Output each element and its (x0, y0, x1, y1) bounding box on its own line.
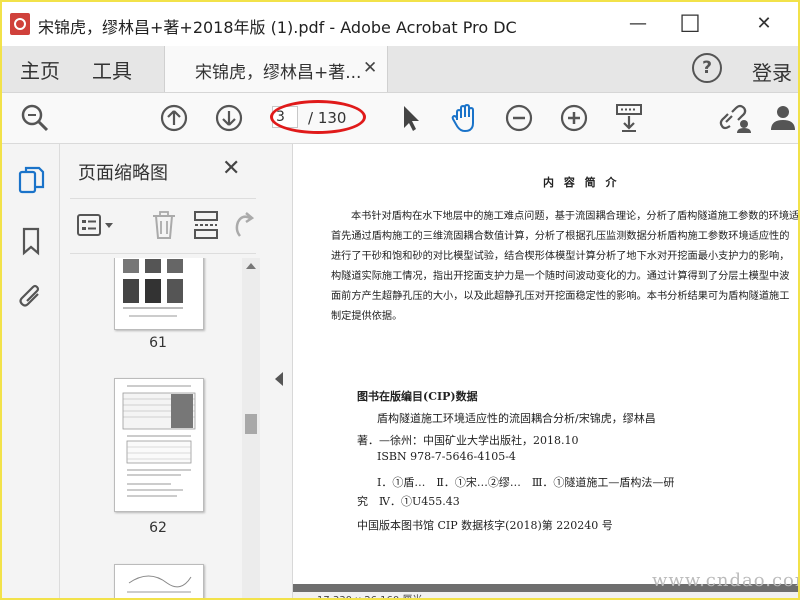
document-tab-label: 宋锦虎，缪林昌+著... (195, 63, 362, 83)
site-watermark: www.cndao.com (652, 570, 800, 591)
tab-document[interactable]: 宋锦虎，缪林昌+著... ✕ (164, 46, 388, 92)
window-title: 宋锦虎，缪林昌+著+2018年版 (1).pdf - Adobe Acrobat… (38, 18, 517, 37)
document-view[interactable]: 内 容 简 介 本书针对盾构在水下地层中的施工难点问题，基于流固耦合理论，分析了… (293, 144, 798, 598)
cip-title: 图书在版编目(CIP)数据 (357, 390, 478, 403)
thumbnail-image (123, 259, 183, 317)
add-user-icon[interactable] (768, 102, 798, 134)
close-tab-icon[interactable]: ✕ (363, 58, 377, 78)
scroll-mode-icon[interactable] (612, 102, 646, 134)
page-thumbnails-panel: 页面缩略图 ✕ 61 62 (60, 144, 269, 598)
minimize-button[interactable]: — (618, 10, 658, 38)
abstract-line: 面前方产生超静孔压的大小，以及此超静孔压对开挖面稳定性的影响。本书分析结果可为盾… (331, 291, 790, 302)
panel-title: 页面缩略图 (78, 163, 168, 184)
page-thumbnail-61[interactable] (114, 258, 204, 330)
thumbnail-image (122, 385, 196, 497)
cip-line: ISBN 978-7-5646-4105-4 (377, 450, 516, 463)
scrollbar-thumb[interactable] (245, 414, 257, 434)
app-window: 宋锦虎，缪林昌+著+2018年版 (1).pdf - Adobe Acrobat… (0, 0, 800, 600)
next-page-icon[interactable] (212, 102, 246, 134)
cip-line: 著．—徐州：中国矿业大学出版社，2018.10 (357, 434, 579, 447)
attachments-icon[interactable] (17, 282, 45, 312)
collapse-arrow-icon[interactable] (275, 372, 283, 386)
bookmarks-icon[interactable] (17, 226, 45, 256)
thumbnail-image (127, 575, 192, 593)
thumbnail-page-number: 62 (149, 520, 167, 536)
abstract-line: 构隧道实际施工情况，指出开挖面支护力是一个随时间波动变化的力。通过计算得到了分层… (331, 271, 790, 282)
rotate-page-icon[interactable] (230, 210, 256, 240)
options-menu-icon[interactable] (76, 213, 122, 239)
main-toolbar: / 130 (2, 93, 798, 144)
page-dimensions: 17.330 x 26.160 厘米 (317, 592, 422, 598)
status-bar: 17.330 x 26.160 厘米 (293, 592, 798, 598)
zoom-out-icon[interactable] (502, 102, 536, 134)
previous-page-icon[interactable] (157, 102, 191, 134)
thumbnail-page-number: 61 (149, 335, 167, 351)
cip-line: Ⅰ．①盾… Ⅱ．①宋…②缪… Ⅲ．①隧道施工—盾构法—研 (377, 476, 675, 489)
left-navigation-rail (2, 144, 60, 598)
abstract-line: 制定提供依据。 (331, 311, 403, 322)
insert-page-icon[interactable] (192, 210, 220, 240)
cip-line: 中国版本图书馆 CIP 数据核字(2018)第 220240 号 (357, 519, 613, 532)
thumbnail-scrollbar[interactable] (242, 258, 260, 598)
zoom-search-icon[interactable] (18, 102, 52, 134)
scroll-up-icon[interactable] (245, 262, 257, 270)
pdf-page: 内 容 简 介 本书针对盾构在水下地层中的施工难点问题，基于流固耦合理论，分析了… (293, 144, 798, 584)
close-window-button[interactable]: ✕ (744, 10, 784, 38)
close-panel-icon[interactable]: ✕ (222, 156, 240, 181)
cip-line: 盾构隧道施工环境适应性的流固耦合分析/宋锦虎，缪林昌 (377, 412, 656, 425)
abstract-line: 首先通过盾构施工的三维流固耦合数值计算，分析了根据孔压监测数据分析盾构施工参数环… (331, 231, 790, 242)
tab-bar: 主页 工具 宋锦虎，缪林昌+著... ✕ ? 登录 (2, 46, 798, 93)
login-button[interactable]: 登录 (752, 57, 792, 86)
share-link-icon[interactable] (718, 102, 752, 134)
page-thumbnails-icon[interactable] (17, 166, 45, 196)
panel-collapse-handle[interactable] (268, 144, 293, 598)
cip-line: 究 Ⅳ．①U455.43 (357, 495, 460, 508)
abstract-line: 进行了干砂和饱和砂的对比模型试验，结合楔形体模型计算分析了地下水对开挖面最小支护… (331, 251, 790, 262)
help-icon[interactable]: ? (692, 53, 722, 83)
page-thumbnail-63[interactable] (114, 564, 204, 598)
title-bar: 宋锦虎，缪林昌+著+2018年版 (1).pdf - Adobe Acrobat… (2, 2, 798, 46)
tab-tools[interactable]: 工具 (92, 55, 132, 84)
abstract-line: 本书针对盾构在水下地层中的施工难点问题，基于流固耦合理论，分析了盾构隧道施工参数… (351, 211, 798, 222)
highlight-annotation (270, 100, 366, 134)
maximize-button[interactable]: ☐ (670, 2, 710, 38)
hand-tool-icon[interactable] (448, 102, 482, 134)
select-arrow-icon[interactable] (394, 102, 428, 134)
thumbnail-toolbar (70, 198, 256, 254)
zoom-in-icon[interactable] (557, 102, 591, 134)
delete-page-icon[interactable] (150, 210, 178, 240)
abstract-text: 本书针对盾构在水下地层中的施工难点问题，基于流固耦合理论，分析了盾构隧道施工参数… (331, 207, 798, 327)
acrobat-app-icon (10, 13, 30, 35)
tab-home[interactable]: 主页 (20, 55, 60, 84)
page-heading: 内 容 简 介 (543, 176, 620, 189)
page-thumbnail-62[interactable] (114, 378, 204, 512)
thumbnail-list: 61 62 (60, 258, 244, 598)
